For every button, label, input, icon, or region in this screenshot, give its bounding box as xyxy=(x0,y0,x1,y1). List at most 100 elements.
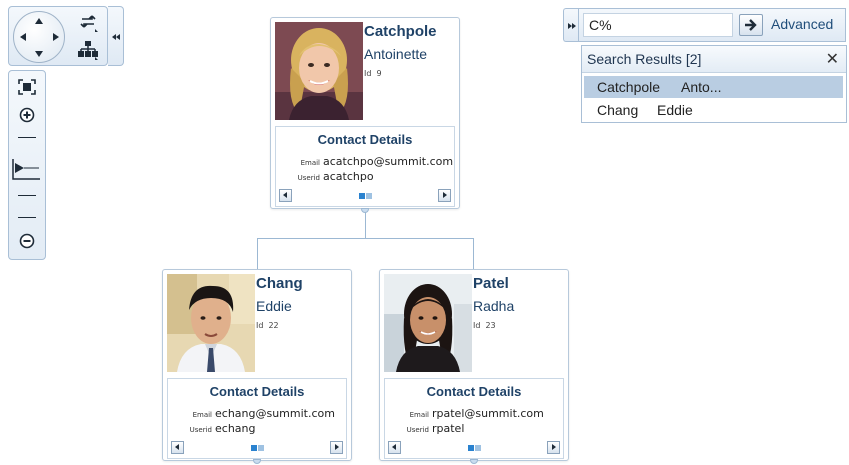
collapse-search-button[interactable] xyxy=(563,8,578,42)
page-indicator xyxy=(251,445,265,451)
node-id-label: Id xyxy=(473,321,481,330)
node-id-value: 22 xyxy=(268,321,279,330)
node-first-name: Radha xyxy=(473,298,515,314)
next-page-button[interactable] xyxy=(438,189,451,202)
email-label: Email xyxy=(192,411,212,419)
search-result-row[interactable]: Chang Eddie xyxy=(584,99,843,121)
expand-children-handle[interactable] xyxy=(361,208,369,213)
email-value: rpatel@summit.com xyxy=(432,407,544,420)
node-id-value: 9 xyxy=(376,69,382,78)
node-id: Id 22 xyxy=(256,321,284,330)
contact-details-title: Contact Details xyxy=(209,384,305,399)
man-black-hair-photo xyxy=(167,274,255,372)
arrow-right-icon xyxy=(745,19,757,31)
node-card-catchpole[interactable]: Catchpole Antoinette Id 9 Contact Details… xyxy=(270,17,460,213)
double-chevron-left-icon xyxy=(112,34,120,40)
result-first-name: Anto... xyxy=(681,79,722,95)
search-toolbar: Advanced xyxy=(578,8,846,42)
search-results-header: Search Results [2] ✕ xyxy=(582,46,846,73)
zoom-slider[interactable] xyxy=(12,157,42,185)
page-dot[interactable] xyxy=(258,445,264,451)
arrow-right-icon xyxy=(552,444,556,450)
node-id: Id 23 xyxy=(473,321,501,330)
node-id-label: Id xyxy=(256,321,264,330)
advanced-search-link[interactable]: Advanced xyxy=(771,16,833,32)
search-results-title: Search Results [2] xyxy=(587,51,702,67)
contact-details-title: Contact Details xyxy=(317,132,413,147)
zoom-out-icon[interactable] xyxy=(19,233,35,253)
result-last-name: Catchpole xyxy=(597,79,661,95)
page-indicator xyxy=(359,193,373,199)
search-input[interactable] xyxy=(583,13,733,37)
arrow-right-icon xyxy=(335,444,339,450)
contact-details-panel: Contact Details Email rpatel@summit.com U… xyxy=(384,378,564,459)
woman-dark-hair-photo xyxy=(384,274,472,372)
email-row: Email rpatel@summit.com xyxy=(385,407,563,420)
email-value: echang@summit.com xyxy=(215,407,335,420)
connector-line xyxy=(257,238,258,269)
close-icon[interactable]: ✕ xyxy=(826,49,839,69)
userid-value: rpatel xyxy=(432,422,465,435)
result-first-name: Eddie xyxy=(657,102,693,118)
userid-row: Userid echang xyxy=(168,422,346,435)
connector-line xyxy=(473,238,474,269)
zoom-in-icon[interactable] xyxy=(19,107,35,127)
arrow-left-icon xyxy=(283,192,287,198)
previous-page-button[interactable] xyxy=(388,441,401,454)
userid-label: Userid xyxy=(189,426,212,434)
page-dot-active[interactable] xyxy=(468,445,474,451)
zoom-panel xyxy=(8,70,46,260)
userid-value: echang xyxy=(215,422,256,435)
pan-down-icon[interactable] xyxy=(35,51,43,57)
node-card-patel[interactable]: Patel Radha Id 23 Contact Details Email rp… xyxy=(379,269,569,464)
node-first-name: Antoinette xyxy=(364,46,428,62)
node-last-name: Chang xyxy=(256,275,303,292)
page-dot-active[interactable] xyxy=(359,193,365,199)
contact-details-panel: Contact Details Email echang@summit.com U… xyxy=(167,378,347,459)
zoom-tick xyxy=(18,137,36,138)
email-label: Email xyxy=(409,411,429,419)
pan-control[interactable] xyxy=(13,11,65,63)
page-dot[interactable] xyxy=(366,193,372,199)
node-card-chang[interactable]: Chang Eddie Id 22 Contact Details Email ec… xyxy=(162,269,352,464)
zoom-tick xyxy=(18,217,36,218)
node-first-name: Eddie xyxy=(256,298,292,314)
arrow-right-icon xyxy=(443,192,447,198)
expand-children-handle[interactable] xyxy=(470,459,478,464)
userid-row: Userid acatchpo xyxy=(276,170,454,183)
woman-blonde-photo xyxy=(275,22,363,120)
hierarchy-layout-icon[interactable] xyxy=(77,40,99,60)
search-result-row[interactable]: Catchpole Anto... xyxy=(584,76,843,98)
node-last-name: Patel xyxy=(473,275,509,292)
search-go-button[interactable] xyxy=(739,14,763,36)
fit-to-screen-icon[interactable] xyxy=(18,79,36,99)
expand-children-handle[interactable] xyxy=(253,459,261,464)
navigation-panel xyxy=(8,6,108,66)
pan-left-icon[interactable] xyxy=(20,33,26,41)
swap-orientation-icon[interactable] xyxy=(77,12,99,32)
pan-up-icon[interactable] xyxy=(35,18,43,24)
next-page-button[interactable] xyxy=(547,441,560,454)
page-dot-active[interactable] xyxy=(251,445,257,451)
page-indicator xyxy=(468,445,482,451)
userid-label: Userid xyxy=(406,426,429,434)
search-results-panel: Search Results [2] ✕ Catchpole Anto... C… xyxy=(581,45,847,123)
node-id: Id 9 xyxy=(364,69,387,78)
connector-line xyxy=(257,238,473,239)
pan-right-icon[interactable] xyxy=(53,33,59,41)
previous-page-button[interactable] xyxy=(171,441,184,454)
contact-details-panel: Contact Details Email acatchpo@summit.com… xyxy=(275,126,455,207)
node-last-name: Catchpole xyxy=(364,23,437,40)
zoom-tick xyxy=(18,195,36,196)
collapse-navigation-button[interactable] xyxy=(108,6,124,66)
next-page-button[interactable] xyxy=(330,441,343,454)
node-id-label: Id xyxy=(364,69,372,78)
contact-details-title: Contact Details xyxy=(426,384,522,399)
page-dot[interactable] xyxy=(475,445,481,451)
userid-row: Userid rpatel xyxy=(385,422,563,435)
previous-page-button[interactable] xyxy=(279,189,292,202)
userid-value: acatchpo xyxy=(323,170,374,183)
result-last-name: Chang xyxy=(597,102,639,118)
double-chevron-right-icon xyxy=(568,23,576,29)
node-id-value: 23 xyxy=(485,321,496,330)
